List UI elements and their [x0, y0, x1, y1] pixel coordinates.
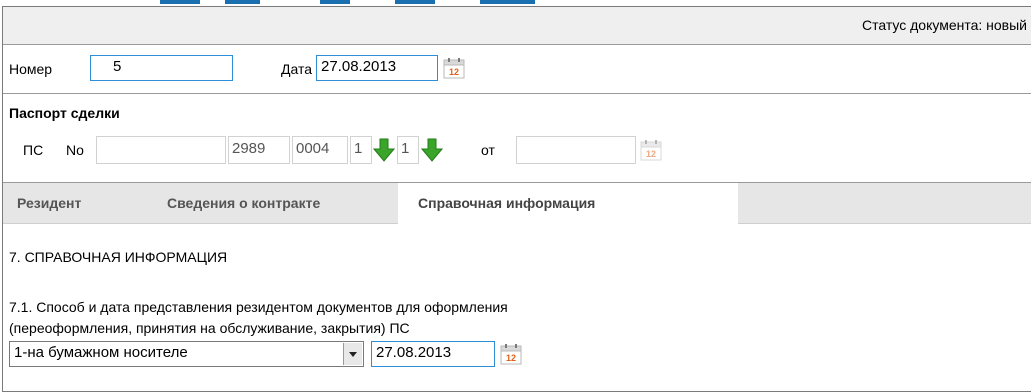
calendar-icon[interactable]: 12	[443, 57, 465, 79]
tab-bar: Резидент Сведения о контракте Справочная…	[3, 183, 1031, 224]
tab-contract-info[interactable]: Сведения о контракте	[153, 183, 398, 223]
ps-number-field-5[interactable]: 1	[397, 136, 419, 164]
svg-text:12: 12	[646, 149, 656, 159]
ps-number-field-2[interactable]: 2989	[228, 136, 290, 164]
document-status: Статус документа: новый	[861, 17, 1027, 33]
ps-number-field-1[interactable]	[96, 136, 226, 164]
green-arrow-down-icon[interactable]	[372, 138, 396, 162]
submission-method-value: 1-на бумажном носителе	[14, 344, 188, 361]
chevron-down-icon[interactable]	[343, 343, 362, 365]
tab-reference-info[interactable]: Справочная информация	[398, 183, 738, 224]
reference-info-panel: 7. СПРАВОЧНАЯ ИНФОРМАЦИЯ 7.1. Способ и д…	[3, 224, 1031, 391]
ps-date-field[interactable]	[516, 136, 636, 164]
number-input[interactable]: 5	[90, 55, 233, 81]
ps-number-field-3[interactable]: 0004	[292, 136, 348, 164]
from-label: от	[481, 142, 495, 158]
number-label: Номер	[9, 61, 53, 77]
tab-resident[interactable]: Резидент	[3, 183, 153, 223]
number-date-row: Номер 5 Дата 27.08.2013 12	[3, 45, 1031, 94]
calendar-icon[interactable]: 12	[500, 343, 522, 365]
green-arrow-down-icon[interactable]	[420, 138, 444, 162]
date-label: Дата	[281, 61, 313, 77]
subsection-heading-line2: (переоформления, принятия на обслуживани…	[9, 320, 410, 336]
section-heading: 7. СПРАВОЧНАЯ ИНФОРМАЦИЯ	[9, 249, 228, 265]
submission-method-select[interactable]: 1-на бумажном носителе	[9, 341, 364, 367]
ps-label: ПС	[23, 142, 44, 158]
document-form: Статус документа: новый Номер 5 Дата 27.…	[2, 6, 1031, 392]
date-input[interactable]: 27.08.2013	[316, 55, 438, 81]
ps-number-field-4[interactable]: 1	[350, 136, 372, 164]
submission-date-input[interactable]: 27.08.2013	[371, 341, 495, 367]
svg-text:12: 12	[449, 67, 459, 77]
subsection-heading-line1: 7.1. Способ и дата представления резиден…	[9, 299, 508, 315]
passport-section: Паспорт сделки ПС No 2989 0004 1 1 от 12	[3, 94, 1031, 183]
svg-text:12: 12	[506, 353, 516, 363]
passport-title: Паспорт сделки	[9, 105, 120, 121]
page-title-cutoff	[0, 0, 1032, 4]
status-row: Статус документа: новый	[3, 7, 1031, 45]
calendar-icon[interactable]: 12	[640, 139, 662, 161]
no-label: No	[66, 142, 84, 158]
